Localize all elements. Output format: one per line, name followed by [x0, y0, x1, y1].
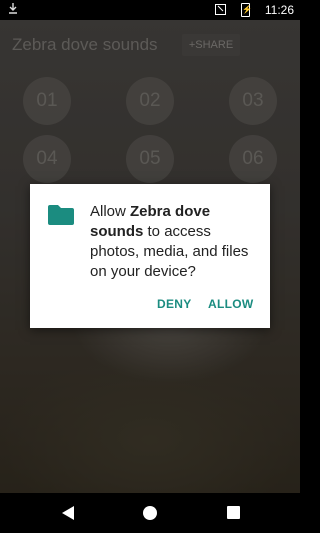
home-icon[interactable]: [143, 506, 157, 520]
folder-icon: [48, 205, 74, 225]
clock: 11:26: [264, 3, 294, 17]
navigation-bar: [0, 493, 300, 533]
message-prefix: Allow: [90, 203, 131, 220]
permission-message: Allow Zebra dove sounds to access photos…: [90, 202, 260, 282]
download-notification-icon: [9, 3, 17, 17]
permission-dialog: Allow Zebra dove sounds to access photos…: [30, 184, 270, 328]
allow-button[interactable]: ALLOW: [208, 297, 254, 311]
battery-icon: ⚡: [241, 3, 252, 17]
recents-icon[interactable]: [227, 506, 240, 519]
status-bar: ⚡ 11:26: [0, 0, 300, 20]
deny-button[interactable]: DENY: [157, 297, 192, 311]
no-sim-icon: [215, 4, 226, 15]
back-icon[interactable]: [62, 506, 74, 520]
